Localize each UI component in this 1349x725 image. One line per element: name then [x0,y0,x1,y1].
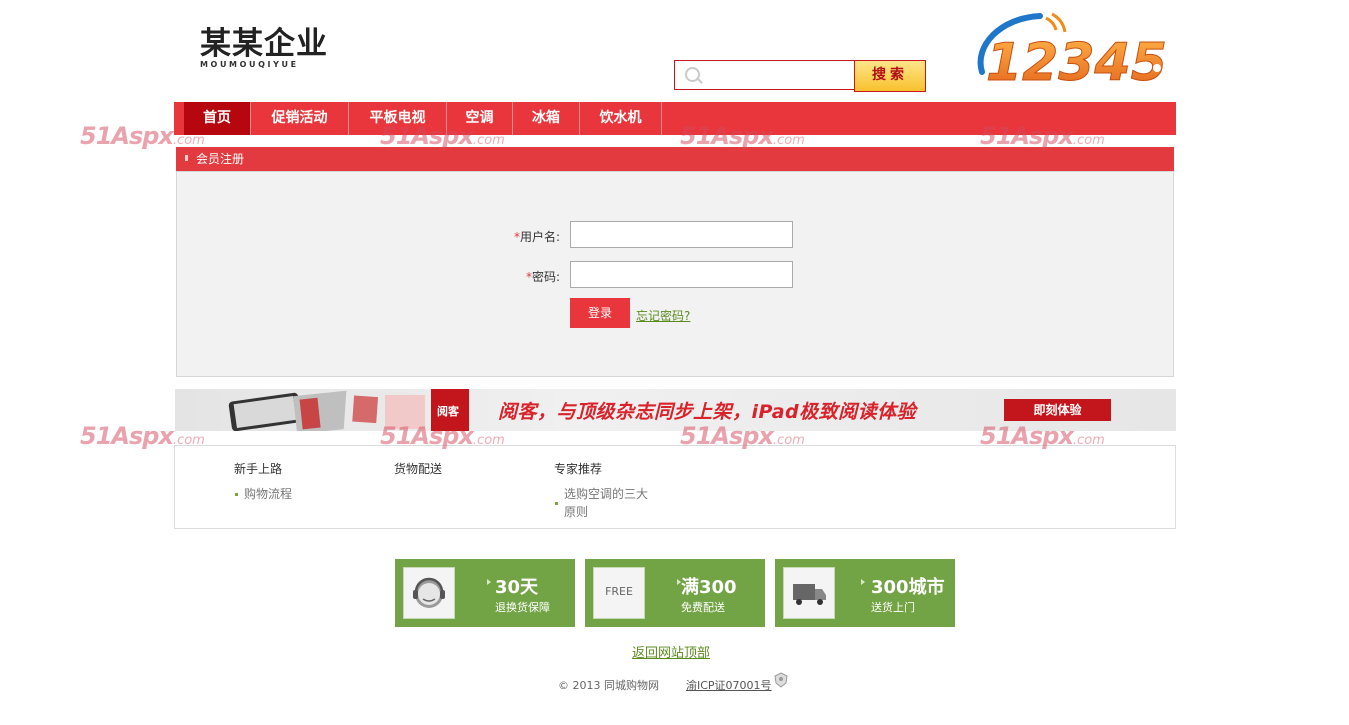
watermark-suffix: .com [772,133,805,148]
bullet-icon [185,155,192,161]
username-label-text: 用户名: [519,230,560,244]
icp-license-link[interactable]: 渝ICP证07001号 [686,677,772,693]
watermark-suffix: .com [172,133,205,148]
service-returns-subtitle: 退换货保障 [495,601,550,614]
free-tag-text: FREE [605,585,633,598]
service-delivery: 300城市 送货上门 [775,559,955,627]
link-ac-tips-line2: 原则 [564,505,589,519]
nav-item-promotions[interactable]: 促销活动 [251,102,349,135]
column-title-delivery: 货物配送 [394,462,443,476]
column-title-expert-picks: 专家推荐 [554,462,603,476]
headset-icon [403,567,455,619]
service-delivery-subtitle: 送货上门 [871,601,915,614]
service-delivery-title: 300城市 [871,577,945,598]
nav-item-home[interactable]: 首页 [184,102,251,135]
service-free-shipping: FREE 满300 免费配送 [585,559,765,627]
service-free-shipping-subtitle: 免费配送 [681,601,725,614]
back-to-top-link[interactable]: 返回网站顶部 [632,642,710,661]
service-free-shipping-title: 满300 [681,577,737,598]
nav-item-ac[interactable]: 空调 [447,102,513,135]
username-field[interactable] [570,221,793,248]
arrow-icon [861,579,865,585]
hotline-logo: 12345 [960,10,1182,94]
link-ac-tips[interactable]: 选购空调的三大 原则 [564,485,648,521]
column-title-getting-started: 新手上路 [234,462,283,476]
service-returns: 30天 退换货保障 [395,559,575,627]
password-field[interactable] [570,261,793,288]
arrow-icon [487,579,491,585]
nav-item-tv[interactable]: 平板电视 [349,102,447,135]
bullet-icon [235,493,238,496]
register-panel-title: 会员注册 [196,152,245,166]
tablet-magazines-image [228,389,425,431]
brand-tag: 阅客 [431,389,469,431]
logo-text: 某某企业 [200,26,328,62]
bullet-icon [555,502,558,505]
login-button[interactable]: 登录 [570,298,630,328]
password-label-text: 密码: [531,270,560,284]
nav-item-water-dispenser[interactable]: 饮水机 [580,102,662,135]
watermark-text: 51Aspx [80,122,174,150]
nav-item-fridge[interactable]: 冰箱 [513,102,580,135]
brand-tag-text: 阅客 [437,405,459,418]
watermark-text: 51Aspx [80,422,174,450]
copyright-text: © 2013 同城购物网 [558,679,659,692]
site-logo[interactable]: 某某企业 MOUMOUQIYUE [200,28,330,70]
police-badge-icon [774,672,788,688]
main-nav: 首页 促销活动 平板电视 空调 冰箱 饮水机 [174,102,1176,135]
watermark-suffix: .com [1072,133,1105,148]
search-button[interactable]: 搜索 [854,60,926,92]
truck-icon [783,567,835,619]
banner-headline: 阅客，与顶级杂志同步上架，iPad极致阅读体验 [498,401,917,423]
help-links-panel [174,445,1176,529]
hotline-digits: 12345 [986,33,1167,86]
try-now-button[interactable]: 即刻体验 [1004,399,1111,421]
search-icon [685,67,700,82]
search-box[interactable] [674,60,854,90]
search-input[interactable] [705,65,849,87]
register-panel-header: 会员注册 [176,147,1174,171]
free-tag-icon: FREE [593,567,645,619]
logo-subtext: MOUMOUQIYUE [200,60,299,69]
service-returns-title: 30天 [495,577,539,598]
hotline-logo-graphic: 12345 [977,12,1167,94]
link-ac-tips-line1: 选购空调的三大 [564,487,649,501]
watermark-suffix: .com [472,133,505,148]
link-shopping-flow[interactable]: 购物流程 [244,485,292,503]
username-label: *用户名: [490,228,560,245]
password-label: *密码: [490,268,560,285]
forgot-password-link[interactable]: 忘记密码? [636,307,690,324]
